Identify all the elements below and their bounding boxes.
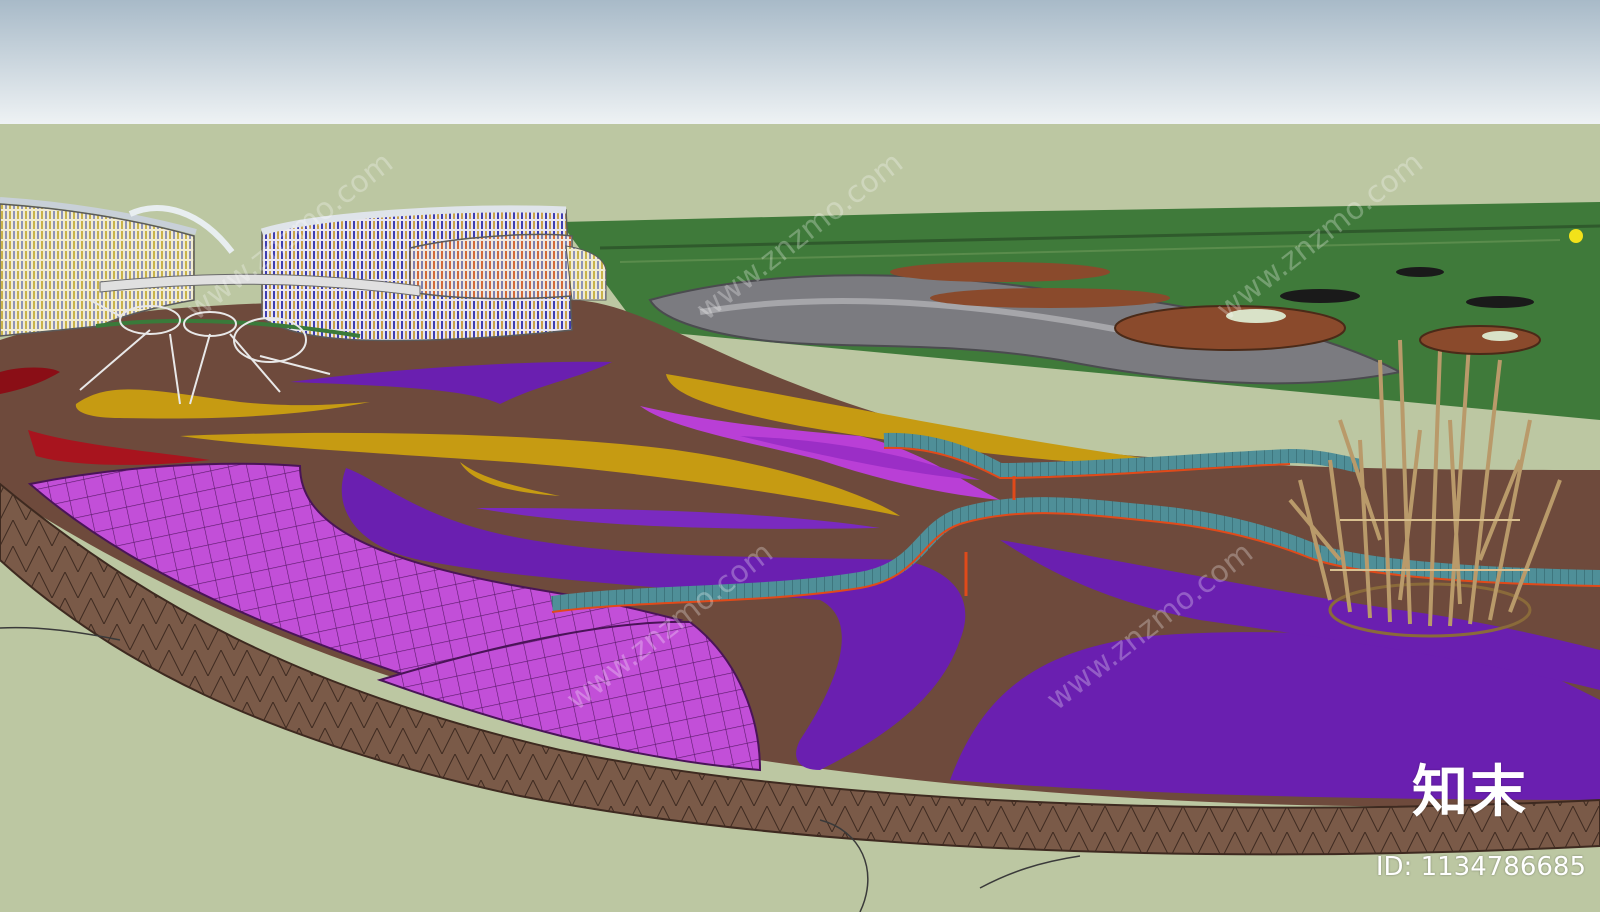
brand-logo: 知末 [1412,760,1528,825]
building-right [409,233,573,300]
landscape-render [0,0,1600,912]
image-id-label: ID: 1134786685 [1375,852,1586,882]
sky [0,0,1600,124]
